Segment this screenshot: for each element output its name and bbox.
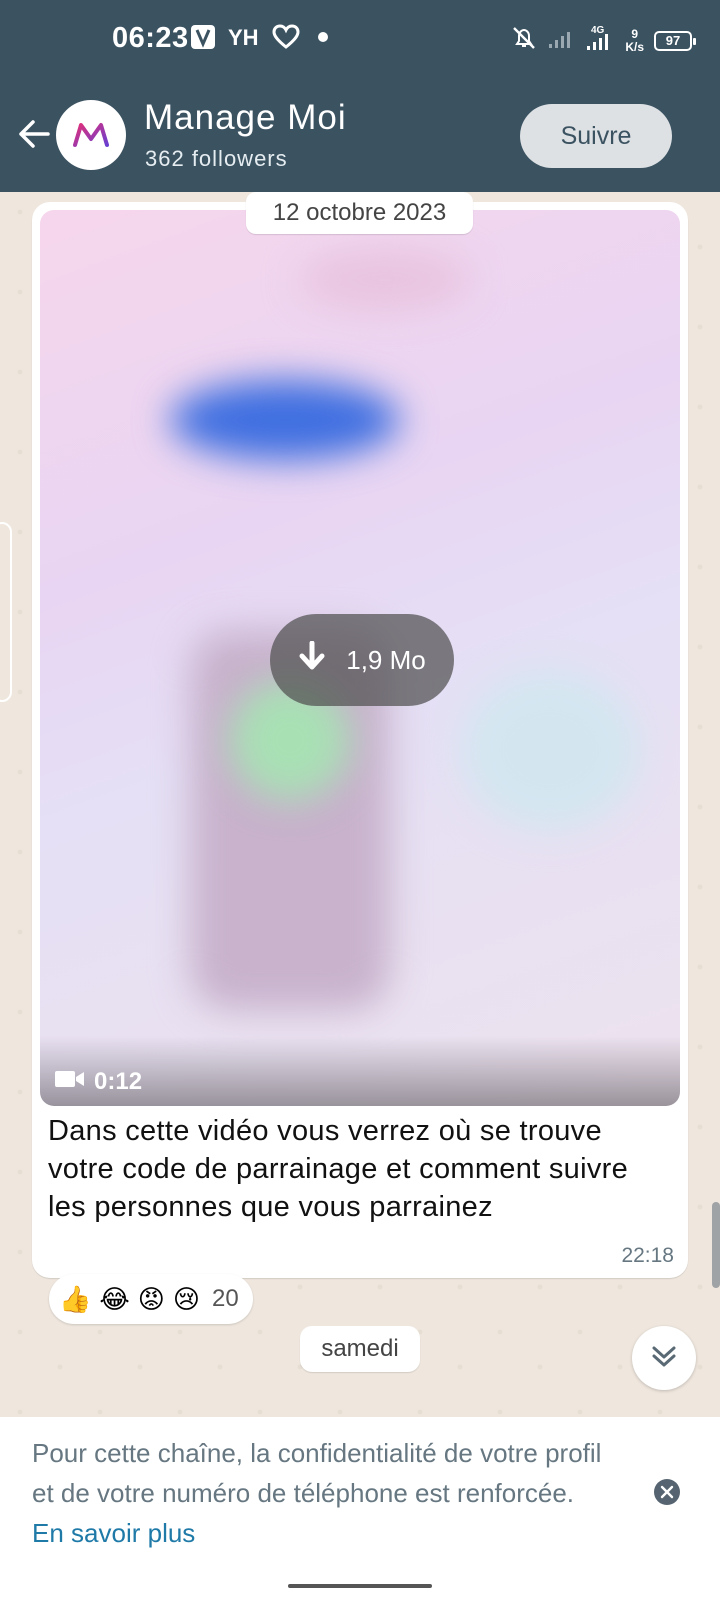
back-arrow-icon[interactable] bbox=[16, 116, 52, 152]
yh-icon: YH bbox=[228, 25, 260, 54]
channel-header: Manage Moi 362 followers Suivre bbox=[0, 80, 720, 192]
video-camera-icon bbox=[54, 1068, 86, 1096]
scrollbar-thumb[interactable] bbox=[712, 1202, 720, 1288]
svg-text:YH: YH bbox=[228, 25, 259, 49]
channel-avatar[interactable] bbox=[56, 100, 126, 170]
signal-icon bbox=[547, 26, 575, 55]
privacy-notice: Pour cette chaîne, la confidentialité de… bbox=[0, 1417, 720, 1600]
signal-4g-icon: 4G bbox=[585, 24, 615, 57]
blur-blob-light bbox=[460, 670, 640, 830]
blur-blob-top bbox=[300, 250, 470, 310]
channel-name[interactable]: Manage Moi bbox=[144, 98, 347, 138]
follow-button[interactable]: Suivre bbox=[520, 104, 672, 168]
chat-area[interactable]: 1,9 Mo 0:12 Dans cette vidéo vous verrez… bbox=[0, 192, 720, 1417]
status-right-icons: 4G 9 K/s 97 bbox=[511, 24, 696, 57]
privacy-notice-message: Pour cette chaîne, la confidentialité de… bbox=[32, 1438, 602, 1508]
video-duration-text: 0:12 bbox=[94, 1068, 143, 1095]
download-arrow-icon bbox=[298, 640, 326, 680]
side-edge-handle[interactable] bbox=[0, 522, 12, 702]
reactions-bar[interactable]: 👍 😂 😡 😢 20 bbox=[49, 1274, 253, 1324]
reaction-count: 20 bbox=[211, 1285, 239, 1312]
home-indicator[interactable] bbox=[288, 1584, 432, 1588]
status-time: 06:23 bbox=[112, 22, 189, 54]
download-button[interactable]: 1,9 Mo bbox=[270, 614, 454, 706]
channel-followers: 362 followers bbox=[145, 146, 288, 171]
network-speed: 9 K/s bbox=[625, 26, 644, 54]
message-caption: Dans cette vidéo vous verrez où se trouv… bbox=[48, 1115, 629, 1223]
reaction-crying-icon: 😢 bbox=[172, 1283, 200, 1314]
learn-more-link[interactable]: En savoir plus bbox=[32, 1518, 195, 1548]
blur-blob-blue bbox=[170, 380, 400, 460]
message-time: 22:18 bbox=[621, 1244, 674, 1267]
battery-icon: 97 bbox=[654, 30, 696, 51]
close-icon[interactable] bbox=[654, 1479, 680, 1505]
day-separator: samedi bbox=[300, 1326, 420, 1372]
video-thumbnail[interactable]: 1,9 Mo 0:12 bbox=[40, 210, 680, 1106]
message-bubble[interactable]: 1,9 Mo 0:12 Dans cette vidéo vous verrez… bbox=[32, 202, 688, 1278]
download-size: 1,9 Mo bbox=[346, 644, 426, 675]
date-separator: 12 octobre 2023 bbox=[246, 192, 473, 234]
reaction-thumbs-up-icon: 👍 bbox=[59, 1283, 92, 1314]
network-speed-value: 9 bbox=[631, 26, 638, 41]
channel-logo-icon bbox=[73, 123, 109, 147]
privacy-notice-text: Pour cette chaîne, la confidentialité de… bbox=[32, 1433, 612, 1553]
dot-icon bbox=[312, 26, 334, 53]
status-bar: 06:23 YH 4G 9 K/s 97 bbox=[0, 0, 720, 80]
network-speed-unit: K/s bbox=[625, 39, 644, 54]
reaction-laughing-icon: 😂 bbox=[99, 1283, 130, 1314]
reaction-angry-icon: 😡 bbox=[137, 1283, 165, 1314]
battery-level: 97 bbox=[665, 33, 681, 48]
app-n-icon bbox=[190, 24, 216, 55]
video-duration: 0:12 bbox=[54, 1068, 142, 1096]
network-type-text: 4G bbox=[591, 25, 605, 36]
heart-icon bbox=[272, 24, 300, 55]
scroll-to-bottom-button[interactable] bbox=[632, 1326, 696, 1390]
status-left-icons: YH bbox=[190, 24, 334, 55]
double-chevron-down-icon bbox=[649, 1341, 679, 1376]
mute-bell-icon bbox=[511, 25, 537, 56]
